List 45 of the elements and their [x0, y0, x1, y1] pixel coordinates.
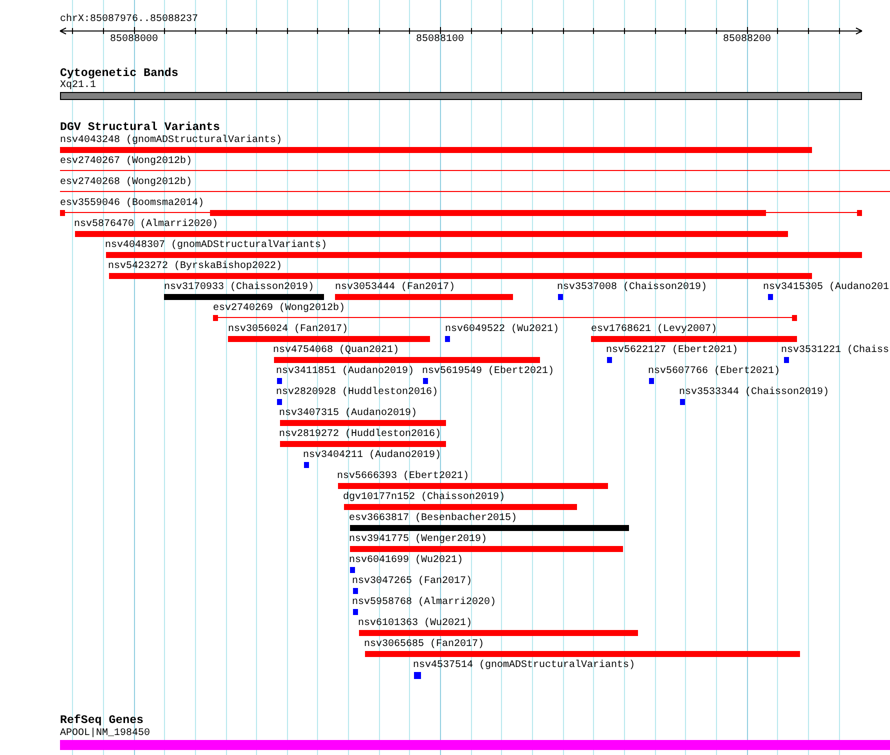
track-title: DGV Structural Variants: [60, 122, 220, 134]
feature-label: nsv3537008 (Chaisson2019): [557, 282, 708, 293]
feature-label: nsv6101363 (Wu2021): [358, 618, 472, 629]
feature-label: nsv4537514 (gnomADStructuralVariants): [413, 660, 636, 671]
feature-label: esv2740268 (Wong2012b): [60, 177, 192, 188]
feature-label: esv1768621 (Levy2007): [591, 324, 718, 335]
feature-label: nsv5876470 (Almarri2020): [74, 219, 218, 230]
feature-label: nsv2819272 (Huddleston2016): [279, 429, 442, 440]
feature-label: nsv4043248 (gnomADStructuralVariants): [60, 135, 282, 146]
feature-label: nsv6041699 (Wu2021): [349, 555, 464, 566]
feature-label: esv2740267 (Wong2012b): [60, 156, 192, 167]
feature-label: nsv5666393 (Ebert2021): [337, 471, 470, 482]
feature-label: nsv3411851 (Audano2019): [276, 366, 414, 377]
feature-label: nsv3170933 (Chaisson2019): [164, 282, 314, 293]
feature-label: nsv3415305 (Audano201: [763, 282, 890, 293]
feature-label: dgv10177n152 (Chaisson2019): [343, 492, 506, 503]
feature-label: nsv4048307 (gnomADStructuralVariants): [105, 240, 328, 251]
feature-label: nsv3047265 (Fan2017): [352, 576, 472, 587]
feature-label: Xq21.1: [60, 80, 96, 91]
feature-label: esv2740269 (Wong2012b): [213, 303, 346, 314]
track-title: Cytogenetic Bands: [60, 68, 178, 80]
feature-label: nsv3065685 (Fan2017): [364, 639, 484, 650]
feature-label: nsv3533344 (Chaisson2019): [679, 387, 830, 398]
location-label: chrX:85087976..85088237: [60, 14, 198, 25]
feature-label: nsv3053444 (Fan2017): [335, 282, 456, 293]
feature-label: nsv5607766 (Ebert2021): [648, 366, 780, 377]
feature-label: nsv3407315 (Audano2019): [279, 408, 418, 419]
feature-label: nsv5619549 (Ebert2021): [422, 366, 554, 377]
ruler-tick-label: 85088100: [416, 34, 464, 45]
ruler-tick-label: 85088000: [110, 34, 158, 45]
feature-label: nsv5622127 (Ebert2021): [606, 345, 738, 356]
feature-label: nsv6049522 (Wu2021): [445, 324, 560, 335]
feature-label: APOOL|NM_198450: [60, 728, 150, 739]
feature-label: nsv5423272 (ByrskaBishop2022): [108, 261, 282, 272]
ruler-tick-label: 85088200: [723, 34, 771, 45]
feature-label: nsv4754068 (Quan2021): [273, 345, 400, 356]
feature-label: nsv3056024 (Fan2017): [228, 324, 348, 335]
feature-label: nsv3531221 (Chaiss: [781, 345, 890, 356]
feature-label: nsv2820928 (Huddleston2016): [276, 387, 438, 398]
track-title: RefSeq Genes: [60, 715, 144, 727]
feature-label: esv3559046 (Boomsma2014): [60, 198, 204, 209]
feature-label: nsv3941775 (Wenger2019): [349, 534, 488, 545]
feature-label: esv3663817 (Besenbacher2015): [349, 513, 518, 524]
feature-label: nsv3404211 (Audano2019): [303, 450, 442, 461]
feature-label: nsv5958768 (Almarri2020): [352, 597, 496, 608]
